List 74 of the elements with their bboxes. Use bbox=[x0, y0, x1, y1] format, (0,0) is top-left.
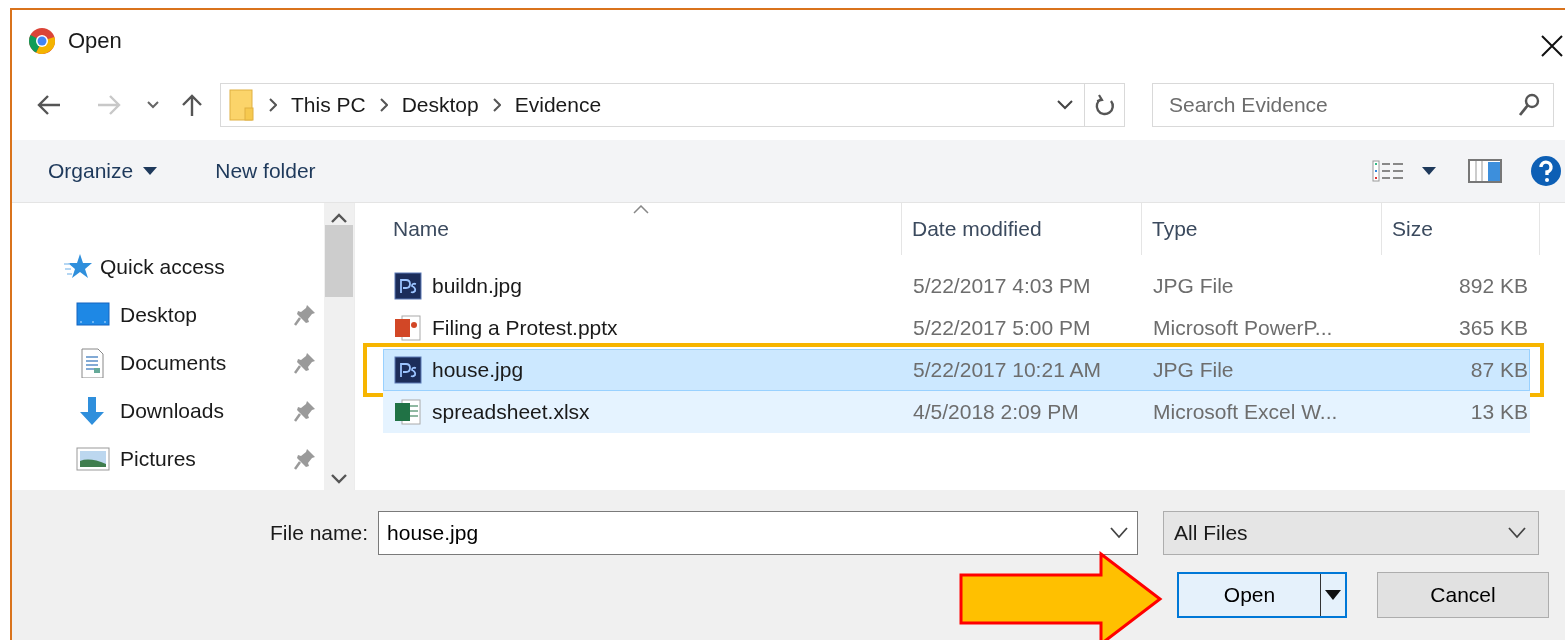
dropdown-icon bbox=[1108, 526, 1131, 540]
table-cell-text: 87 KB bbox=[1469, 358, 1528, 382]
field-label: File name: bbox=[270, 521, 369, 545]
new-folder-button[interactable]: New folder bbox=[209, 155, 322, 187]
table-cell-text: 13 KB bbox=[1469, 400, 1528, 424]
open-button[interactable]: Open bbox=[1177, 572, 1347, 618]
scrollbar-thumb[interactable] bbox=[325, 225, 353, 297]
table-cell-text: 892 KB bbox=[1458, 274, 1528, 298]
picture-icon bbox=[76, 444, 110, 474]
photoshop-file-icon bbox=[394, 356, 422, 384]
folder-icon bbox=[229, 88, 255, 122]
help-icon bbox=[1530, 155, 1562, 187]
column-header[interactable]: Type bbox=[1142, 203, 1382, 255]
organize-menu[interactable]: Organize bbox=[42, 155, 164, 187]
file-row[interactable]: buildn.jpg 5/22/2017 4:03 PM JPG File 892 KB bbox=[383, 265, 1530, 307]
back-arrow-icon bbox=[36, 93, 62, 117]
forward-arrow-icon bbox=[96, 93, 122, 117]
preview-pane-button[interactable] bbox=[1468, 159, 1502, 183]
table-cell-text: JPG File bbox=[1152, 274, 1235, 298]
dropdown-icon bbox=[1056, 99, 1074, 111]
cancel-button[interactable]: Cancel bbox=[1377, 572, 1549, 618]
file-name: buildn.jpg bbox=[432, 274, 522, 298]
search-field[interactable]: Search Evidence bbox=[1152, 83, 1554, 127]
caret-down-icon bbox=[143, 167, 158, 175]
scroll-up-icon bbox=[331, 213, 347, 223]
breadcrumb[interactable]: Evidence bbox=[514, 93, 602, 117]
file-type-dropdown[interactable]: All Files bbox=[1163, 511, 1540, 555]
address-bar[interactable]: This PC Desktop Evidence bbox=[220, 83, 1125, 127]
browser-logo-icon bbox=[28, 27, 56, 55]
file-row[interactable]: spreadsheet.xlsx 4/5/2018 2:09 PM Microsoft Excel W... 13 KB bbox=[383, 391, 1530, 433]
window-title: Open bbox=[68, 28, 122, 54]
table-cell-text: Microsoft Excel W... bbox=[1152, 400, 1339, 424]
sidebar-item[interactable]: Downloads bbox=[120, 399, 224, 423]
search-icon bbox=[1518, 93, 1540, 117]
help-button[interactable] bbox=[1530, 155, 1562, 187]
sidebar-item[interactable]: Desktop bbox=[120, 303, 198, 327]
sort-ascending-icon bbox=[633, 205, 649, 214]
close-button[interactable] bbox=[1540, 34, 1564, 58]
dropdown-icon bbox=[1506, 526, 1529, 540]
scrollbar[interactable] bbox=[324, 203, 354, 490]
up-arrow-icon bbox=[180, 93, 204, 117]
chevron-right-icon bbox=[492, 98, 501, 112]
file-name: house.jpg bbox=[432, 358, 524, 382]
file-row[interactable]: house.jpg 5/22/2017 10:21 AM JPG File 87 KB bbox=[383, 349, 1530, 391]
caret-down-icon bbox=[1325, 590, 1341, 600]
excel-file-icon bbox=[394, 398, 422, 426]
table-cell-text: 5/22/2017 10:21 AM bbox=[912, 358, 1102, 382]
sidebar-item[interactable]: Pictures bbox=[120, 447, 196, 471]
table-cell-text: Microsoft PowerP... bbox=[1152, 316, 1334, 340]
table-cell-text: 365 KB bbox=[1458, 316, 1528, 340]
breadcrumb[interactable]: Desktop bbox=[401, 93, 479, 117]
column-header[interactable]: Name bbox=[383, 203, 902, 255]
table-cell-text: 5/22/2017 5:00 PM bbox=[912, 316, 1092, 340]
photoshop-file-icon bbox=[394, 272, 422, 300]
refresh-icon bbox=[1093, 93, 1116, 117]
chevron-right-icon bbox=[379, 98, 388, 112]
up-button[interactable] bbox=[180, 93, 204, 117]
file-name: Filing a Protest.pptx bbox=[432, 316, 618, 340]
sidebar-item[interactable]: Documents bbox=[120, 351, 227, 375]
table-cell-text: 4/5/2018 2:09 PM bbox=[912, 400, 1080, 424]
sidebar-item[interactable]: Quick access bbox=[100, 255, 225, 279]
table-cell-text: 5/22/2017 4:03 PM bbox=[912, 274, 1092, 298]
file-name: spreadsheet.xlsx bbox=[432, 400, 590, 424]
scroll-down-icon bbox=[331, 474, 347, 484]
powerpoint-file-icon bbox=[394, 314, 422, 342]
column-header[interactable]: Size bbox=[1382, 203, 1540, 255]
breadcrumb[interactable]: This PC bbox=[291, 93, 366, 117]
preview-pane-icon bbox=[1468, 159, 1502, 183]
column-header[interactable]: Date modified bbox=[902, 203, 1142, 255]
back-button[interactable] bbox=[36, 93, 62, 117]
file-row[interactable]: Filing a Protest.pptx 5/22/2017 5:00 PM Microsoft PowerP... 365 KB bbox=[383, 307, 1530, 349]
chevron-right-icon bbox=[269, 98, 277, 112]
file-name-field[interactable]: house.jpg bbox=[378, 511, 1139, 555]
table-cell-text: JPG File bbox=[1152, 358, 1235, 382]
